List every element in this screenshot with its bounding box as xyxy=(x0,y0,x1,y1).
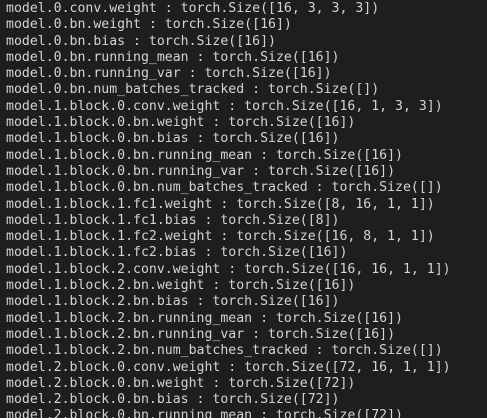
output-line: model.1.block.0.bn.weight : torch.Size([… xyxy=(6,115,356,131)
output-line: model.0.bn.weight : torch.Size([16]) xyxy=(6,17,292,33)
output-line: model.2.block.0.bn.running_mean : torch.… xyxy=(6,408,403,418)
output-line: model.1.block.0.bn.running_mean : torch.… xyxy=(6,147,403,163)
output-line: model.1.block.0.conv.weight : torch.Size… xyxy=(6,98,443,114)
output-line: model.1.block.2.conv.weight : torch.Size… xyxy=(6,261,451,277)
output-line: model.1.block.0.bn.running_var : torch.S… xyxy=(6,163,396,179)
output-line: model.0.conv.weight : torch.Size([16, 3,… xyxy=(6,1,380,16)
output-line: model.1.block.1.fc2.weight : torch.Size(… xyxy=(6,229,435,245)
output-line: model.1.block.2.bn.running_mean : torch.… xyxy=(6,310,403,326)
output-line: model.1.block.2.bn.bias : torch.Size([16… xyxy=(6,294,340,310)
output-line: model.1.block.0.bn.num_batches_tracked :… xyxy=(6,180,443,196)
output-line: model.1.block.2.bn.running_var : torch.S… xyxy=(6,326,396,342)
output-line: model.1.block.2.bn.weight : torch.Size([… xyxy=(6,278,356,294)
output-line: model.2.block.0.bn.weight : torch.Size([… xyxy=(6,375,356,391)
output-line: model.0.bn.num_batches_tracked : torch.S… xyxy=(6,82,380,98)
output-line: model.1.block.1.fc2.bias : torch.Size([1… xyxy=(6,245,348,261)
output-line: model.2.block.0.bn.bias : torch.Size([72… xyxy=(6,392,340,408)
output-line: model.1.block.0.bn.bias : torch.Size([16… xyxy=(6,131,340,147)
terminal-output[interactable]: model.0.conv.weight : torch.Size([16, 3,… xyxy=(0,0,487,418)
output-line: model.1.block.1.fc1.weight : torch.Size(… xyxy=(6,196,435,212)
output-line: model.0.bn.running_mean : torch.Size([16… xyxy=(6,49,340,65)
output-line: model.0.bn.running_var : torch.Size([16]… xyxy=(6,66,332,82)
output-line: model.0.bn.bias : torch.Size([16]) xyxy=(6,33,276,49)
output-line: model.2.block.0.conv.weight : torch.Size… xyxy=(6,359,451,375)
output-line: model.1.block.2.bn.num_batches_tracked :… xyxy=(6,343,443,359)
output-line: model.1.block.1.fc1.bias : torch.Size([8… xyxy=(6,212,340,228)
